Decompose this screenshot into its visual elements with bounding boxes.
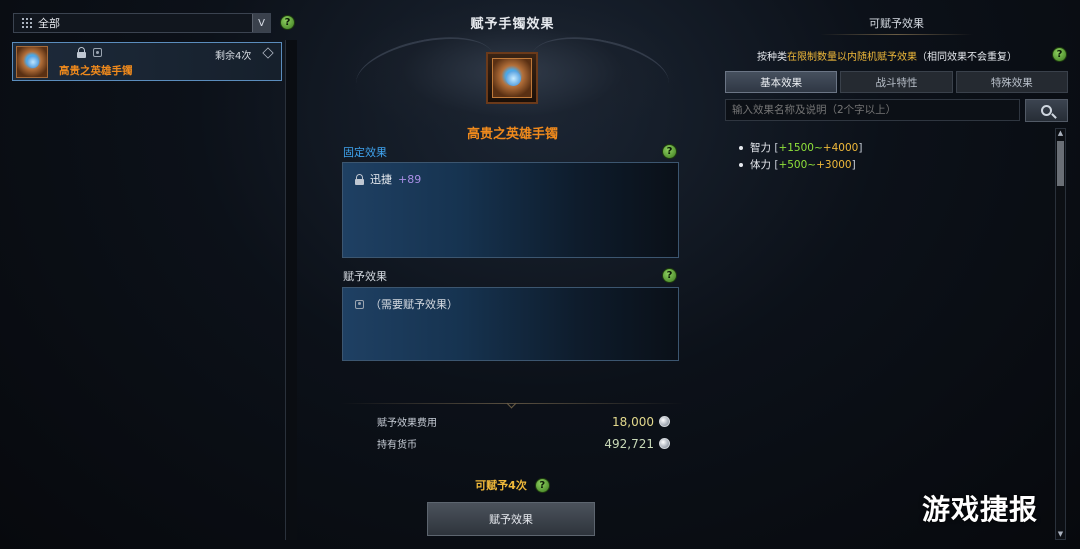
search-icon <box>1041 105 1052 116</box>
search-button[interactable] <box>1025 99 1068 122</box>
help-icon[interactable]: ? <box>1052 47 1067 62</box>
help-icon[interactable]: ? <box>280 15 295 30</box>
help-icon[interactable]: ? <box>662 268 677 283</box>
category-filter-dropdown[interactable]: 全部 V <box>13 13 271 33</box>
bracket: [ <box>771 141 779 154</box>
lock-icon <box>77 47 86 58</box>
watermark: 游戏捷报 <box>922 493 1039 526</box>
cost-row: 赋予效果费用 18,000 <box>377 414 670 429</box>
selected-item-name: 高贵之英雄手镯 <box>466 127 558 142</box>
effect-slot-icon <box>93 48 102 57</box>
grant-effect-label: 赋予效果 <box>343 270 387 283</box>
tab-special-effects[interactable]: 特殊效果 <box>955 71 1068 93</box>
effect-name: 体力 <box>750 159 771 171</box>
remaining-grants-text: 可赋予4次 <box>475 479 527 492</box>
help-icon[interactable]: ? <box>662 144 677 159</box>
effects-list: 智力 [+1500 ~ +4000] 体力 [+500 ~ +3000] <box>739 140 862 174</box>
scroll-thumb[interactable] <box>1057 141 1064 186</box>
scroll-down-icon[interactable]: ▼ <box>1057 531 1064 538</box>
grant-effect-box: （需要赋予效果） <box>342 287 679 361</box>
grid-icon <box>22 18 32 28</box>
enchant-panel: 赋予手镯效果 高贵之英雄手镯 固定效果 ? 迅捷 +89 赋予效果 ? （需要赋… <box>300 0 725 549</box>
effect-tabs: 基本效果 战斗特性 特殊效果 <box>725 71 1068 93</box>
item-name: 高贵之英雄手镯 <box>59 65 133 77</box>
grant-effect-button[interactable]: 赋予效果 <box>427 502 595 536</box>
tab-combat-stats[interactable]: 战斗特性 <box>840 71 953 93</box>
effect-max: +4000 <box>822 141 859 154</box>
bullet <box>739 145 743 150</box>
bullet <box>739 162 743 167</box>
effect-min: +500 <box>778 158 808 171</box>
item-list-panel: 全部 V ? 剩余4次 高贵之英雄手镯 <box>0 0 300 549</box>
remaining-count: 剩余4次 <box>215 51 252 62</box>
remaining-grants: 可赋予4次 ? <box>300 477 725 493</box>
tab-basic-effects[interactable]: 基本效果 <box>725 71 838 93</box>
currency-value: 492,721 <box>604 437 670 451</box>
filter-label: 全部 <box>38 17 60 30</box>
chevron-down-icon[interactable]: V <box>252 14 270 32</box>
divider <box>820 34 973 35</box>
desc-text: （相同效果不会重复） <box>917 52 1017 63</box>
effect-slot-icon <box>355 299 364 309</box>
description: 按种类在限制数量以内随机赋予效果（相同效果不会重复） <box>757 48 1017 63</box>
bracket: ] <box>851 158 856 171</box>
silver-coin-icon <box>659 416 670 427</box>
effects-scrollbar[interactable]: ▲ ▼ <box>1055 128 1066 540</box>
effect-max: +3000 <box>816 158 852 171</box>
list-scrollbar[interactable] <box>285 40 297 540</box>
scroll-up-icon[interactable]: ▲ <box>1057 130 1064 137</box>
effect-name: 智力 <box>750 142 771 154</box>
fixed-effect-label: 固定效果 <box>343 146 387 159</box>
effect-min: +1500 <box>778 141 814 154</box>
lock-icon <box>355 173 364 185</box>
bracelet-icon <box>492 58 532 98</box>
desc-text: 按种类 <box>757 52 787 63</box>
list-item: 智力 [+1500 ~ +4000] <box>739 140 862 155</box>
bracket: ] <box>858 141 863 154</box>
panel-title: 赋予手镯效果 <box>470 17 555 32</box>
currency-amount: 492,721 <box>604 436 654 451</box>
list-item: 体力 [+500 ~ +3000] <box>739 157 862 172</box>
panel-title: 可赋予效果 <box>869 17 924 30</box>
range-sep: ~ <box>807 158 817 171</box>
currency-row: 持有货币 492,721 <box>377 436 670 451</box>
available-effects-panel: 可赋予效果 按种类在限制数量以内随机赋予效果（相同效果不会重复） ? 基本效果 … <box>725 0 1080 549</box>
item-list-entry[interactable]: 剩余4次 高贵之英雄手镯 <box>12 42 282 81</box>
bracelet-icon <box>16 46 48 78</box>
currency-label: 持有货币 <box>377 440 417 451</box>
grant-effect-line: （需要赋予效果） <box>355 296 458 312</box>
cost-value: 18,000 <box>612 415 670 429</box>
cost-label: 赋予效果费用 <box>377 418 437 429</box>
divider <box>340 403 685 404</box>
silver-coin-icon <box>659 438 670 449</box>
help-icon[interactable]: ? <box>534 477 550 493</box>
cube-icon <box>262 47 274 59</box>
selected-item-slot[interactable] <box>486 52 538 104</box>
bracket: [ <box>771 158 779 171</box>
search-input[interactable] <box>725 99 1020 121</box>
fixed-effect-box: 迅捷 +89 <box>342 162 679 258</box>
range-sep: ~ <box>813 141 823 154</box>
effect-value: +89 <box>398 172 422 186</box>
effect-placeholder: （需要赋予效果） <box>370 298 458 311</box>
cost-amount: 18,000 <box>612 414 654 429</box>
effect-name: 迅捷 <box>370 173 392 186</box>
fixed-effect-line: 迅捷 +89 <box>355 171 421 187</box>
desc-highlight: 在限制数量以内随机赋予效果 <box>787 52 917 63</box>
